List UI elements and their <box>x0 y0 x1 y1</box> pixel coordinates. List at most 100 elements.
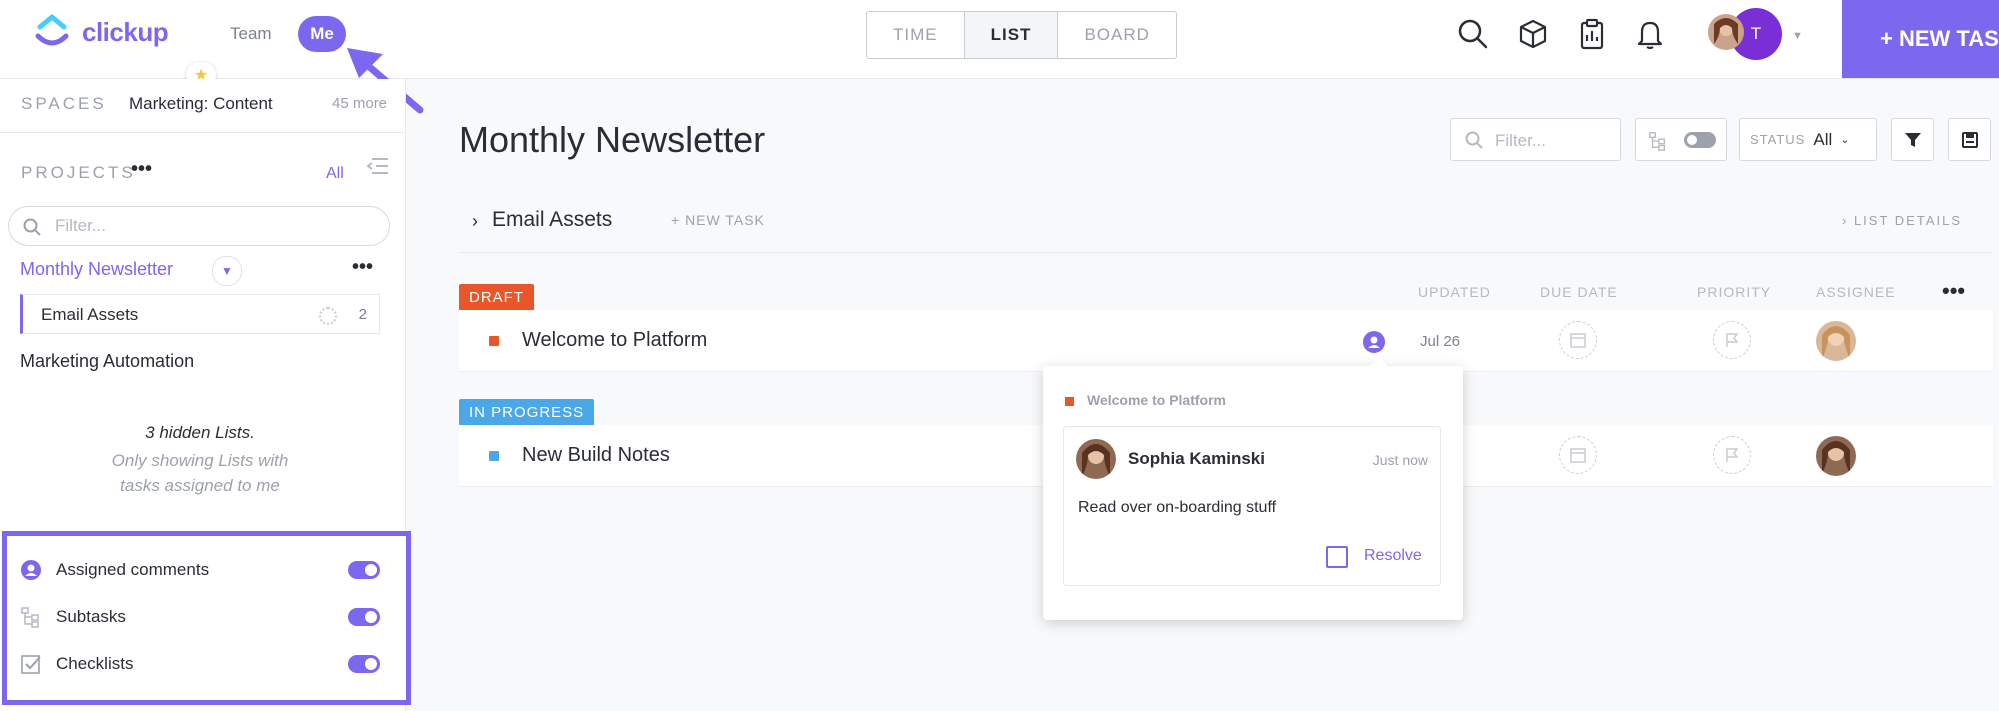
toggle-switch <box>1684 132 1716 148</box>
assigned-comment-icon[interactable] <box>1362 330 1386 354</box>
clickup-logo-icon <box>35 14 69 46</box>
divider <box>459 252 1993 253</box>
priority-flag-icon[interactable] <box>1713 321 1751 359</box>
filter-icon[interactable] <box>1891 118 1934 161</box>
task-name[interactable]: New Build Notes <box>522 444 670 467</box>
hidden-lists-desc-line: Only showing Lists with <box>111 451 289 470</box>
chevron-down-icon: ⌄ <box>1840 134 1850 146</box>
status-filter[interactable]: STATUS All ⌄ <box>1739 118 1877 161</box>
status-badge[interactable]: IN PROGRESS <box>459 399 595 425</box>
assigned-comments-toggle[interactable] <box>348 561 380 579</box>
popup-task-name[interactable]: Welcome to Platform <box>1087 392 1226 408</box>
sidebar-filter-input[interactable] <box>53 215 377 237</box>
option-label: Subtasks <box>56 607 126 626</box>
clickup-logo[interactable]: clickup <box>30 10 169 54</box>
subtasks-icon <box>1649 132 1666 151</box>
more-spaces-link[interactable]: 45 more <box>332 95 387 112</box>
task-name[interactable]: Welcome to Platform <box>522 329 707 352</box>
view-tab-board[interactable]: BOARD <box>1058 12 1175 58</box>
projects-label: PROJECTS <box>21 163 136 182</box>
status-square <box>1065 397 1074 406</box>
option-subtasks: Subtasks <box>20 603 380 631</box>
bell-icon[interactable] <box>1632 16 1668 52</box>
comment-card: Sophia Kaminski Just now Read over on-bo… <box>1063 426 1441 586</box>
columns-menu-button[interactable]: ••• <box>1942 278 1965 304</box>
comment-time: Just now <box>1372 452 1428 468</box>
all-projects-link[interactable]: All <box>326 165 344 183</box>
view-switcher: TIME LIST BOARD <box>866 11 1177 59</box>
new-task-link[interactable]: + NEW TASK <box>671 212 765 228</box>
list-details-label: LIST DETAILS <box>1853 213 1963 228</box>
resolve-button[interactable]: Resolve <box>1364 547 1422 565</box>
hidden-lists-title: 3 hidden Lists. <box>145 423 255 442</box>
person-circle-icon <box>21 560 41 580</box>
team-tab[interactable]: Team <box>230 24 272 44</box>
column-header-updated[interactable]: UPDATED <box>1418 284 1491 300</box>
subtasks-toggle[interactable] <box>348 608 380 626</box>
logo-text: clickup <box>82 16 169 47</box>
main-filter-input[interactable] <box>1493 130 1617 152</box>
sidebar-list-marketing-automation[interactable]: Marketing Automation <box>20 351 194 372</box>
comment-popup: Welcome to Platform Sophia Kaminski Just… <box>1043 356 1463 620</box>
status-square[interactable] <box>489 451 499 461</box>
search-icon <box>23 218 41 236</box>
due-date-icon[interactable] <box>1559 436 1597 474</box>
projects-menu-button[interactable]: ••• <box>131 158 152 181</box>
sidebar-filter <box>8 206 390 246</box>
hidden-lists-desc: Only showing Lists with tasks assigned t… <box>0 448 400 498</box>
subtasks-icon <box>21 607 39 628</box>
column-header-priority[interactable]: PRIORITY <box>1697 284 1771 300</box>
main-filter <box>1450 118 1621 161</box>
option-label: Checklists <box>56 654 134 673</box>
comment-text: Read over on-boarding stuff <box>1078 499 1277 516</box>
chevron-right-icon[interactable]: › <box>472 211 478 232</box>
sidebar-list-monthly-newsletter[interactable]: Monthly Newsletter <box>20 259 173 280</box>
view-tab-time[interactable]: TIME <box>867 12 965 58</box>
sublist-label: Email Assets <box>41 305 139 324</box>
option-label: Assigned comments <box>56 560 210 579</box>
due-date-icon[interactable] <box>1559 321 1597 359</box>
sidebar-sublist-email-assets[interactable]: Email Assets 2 <box>20 294 380 334</box>
checklists-toggle[interactable] <box>348 655 380 673</box>
list-menu-button[interactable]: ••• <box>352 256 373 279</box>
updated-date: Jul 26 <box>1420 333 1461 350</box>
assignee-avatar[interactable] <box>1816 321 1856 361</box>
profile-photo-icon <box>1708 14 1744 50</box>
me-tab[interactable]: Me <box>298 16 346 52</box>
list-details-link[interactable]: › LIST DETAILS <box>1842 213 1962 228</box>
search-icon[interactable] <box>1455 16 1491 52</box>
option-checklists: Checklists <box>20 650 380 678</box>
table-row[interactable]: Welcome to Platform Jul 26 <box>459 310 1993 372</box>
assignee-avatar[interactable] <box>1816 436 1856 476</box>
avatar <box>1076 439 1116 479</box>
group-title[interactable]: Email Assets <box>492 208 612 232</box>
popup-pointer <box>1369 356 1389 368</box>
caret-down-icon: ▼ <box>1792 30 1803 42</box>
status-square[interactable] <box>489 336 499 346</box>
status-badge[interactable]: DRAFT <box>459 284 534 310</box>
loading-icon <box>319 307 337 325</box>
priority-flag-icon[interactable] <box>1713 436 1751 474</box>
status-filter-label: STATUS <box>1750 132 1806 147</box>
collapse-sidebar-icon[interactable] <box>366 154 390 178</box>
page-title: Monthly Newsletter <box>459 119 766 160</box>
resolve-checkbox[interactable] <box>1326 546 1348 568</box>
column-header-assignee[interactable]: ASSIGNEE <box>1816 284 1896 300</box>
checkbox-icon <box>21 655 41 674</box>
hidden-lists-desc-line: tasks assigned to me <box>120 476 280 495</box>
clipboard-icon[interactable] <box>1574 16 1610 52</box>
spaces-label: SPACES <box>21 94 107 113</box>
chevron-down-icon[interactable]: ▼ <box>212 256 242 286</box>
user-menu[interactable]: T ▼ <box>1706 8 1803 64</box>
sublist-count: 2 <box>358 306 367 323</box>
search-icon <box>1465 131 1483 149</box>
space-name[interactable]: Marketing: Content <box>129 94 273 114</box>
new-task-button[interactable]: + NEW TAS <box>1842 0 1999 78</box>
column-header-due-date[interactable]: DUE DATE <box>1540 284 1618 300</box>
divider <box>0 132 405 133</box>
save-icon[interactable] <box>1948 118 1991 161</box>
view-tab-list[interactable]: LIST <box>964 12 1059 58</box>
subtasks-toggle-control[interactable] <box>1635 118 1727 161</box>
option-assigned-comments: Assigned comments <box>20 556 380 584</box>
box-icon[interactable] <box>1515 16 1551 52</box>
